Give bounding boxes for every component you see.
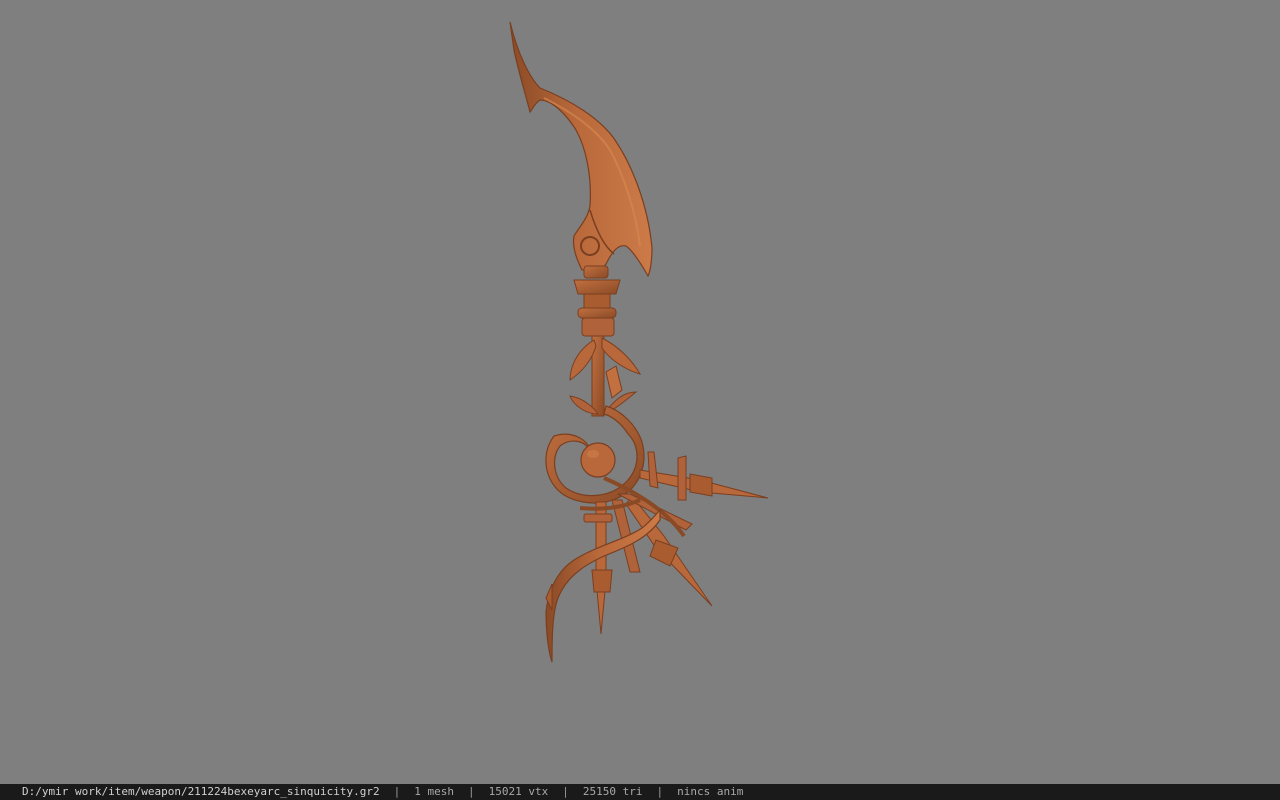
animation-status-label: nincs anim	[677, 785, 744, 798]
radiating-spikes	[579, 451, 769, 635]
separator: |	[656, 785, 664, 798]
status-bar: D:/ymir work/item/weapon/211224bexeyarc_…	[0, 784, 1280, 800]
triangle-count-label: 25150 tri	[582, 785, 643, 798]
3d-viewport[interactable]	[0, 0, 1280, 784]
blade	[509, 21, 653, 278]
file-path-label: D:/ymir work/item/weapon/211224bexeyarc_…	[22, 785, 380, 798]
separator: |	[562, 785, 569, 798]
separator: |	[393, 785, 401, 798]
vertex-count-label: 15021 vtx	[488, 785, 549, 798]
separator: |	[468, 785, 475, 798]
mesh-count-label: 1 mesh	[414, 785, 454, 798]
orb	[580, 442, 616, 478]
weapon-model-render[interactable]	[0, 0, 1280, 784]
guard-leaves	[569, 337, 642, 416]
